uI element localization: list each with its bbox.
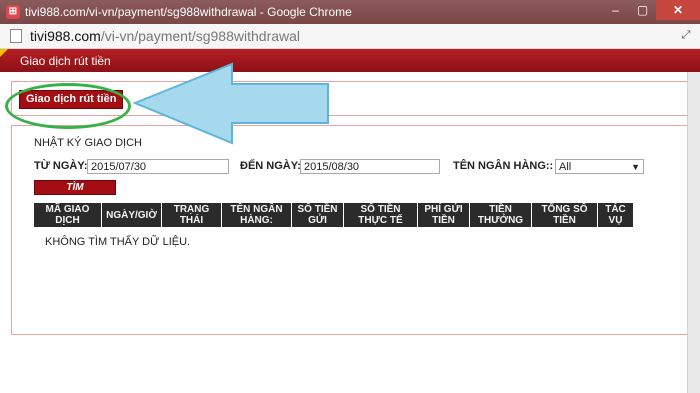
title-bar[interactable]: ⊞ tivi988.com/vi-vn/payment/sg988withdra… — [0, 0, 700, 24]
page-header: Giao dịch rút tiền — [0, 49, 700, 72]
chevron-down-icon: ▼ — [631, 162, 640, 172]
history-title: NHẬT KÝ GIAO DỊCH — [34, 137, 142, 149]
minimize-button[interactable]: – — [602, 0, 629, 20]
table-header-row: MÃ GIAO DỊCH NGÀY/GIỜ TRẠNG THÁI TÊN NGÂ… — [34, 203, 634, 227]
chrome-window: ⊞ tivi988.com/vi-vn/payment/sg988withdra… — [0, 0, 700, 393]
col-status: TRẠNG THÁI — [162, 203, 222, 227]
expand-icon[interactable]: ⤢ — [680, 29, 692, 41]
empty-message: KHÔNG TÌM THẤY DỮ LIỆU. — [45, 236, 191, 248]
from-date-label: TỪ NGÀY: — [34, 160, 88, 172]
col-total: TỔNG SỐ TIỀN — [532, 203, 598, 227]
to-date-label: ĐẾN NGÀY: — [240, 160, 301, 172]
col-deposit-fee: PHÍ GỬI TIỀN — [418, 203, 470, 227]
close-button[interactable]: ✕ — [656, 0, 700, 20]
url-text[interactable]: tivi988.com/vi-vn/payment/sg988withdrawa… — [30, 28, 300, 44]
search-button[interactable]: TÌM — [34, 180, 116, 195]
history-panel: NHẬT KÝ GIAO DỊCH TỪ NGÀY: 2015/07/30 ĐẾ… — [11, 125, 692, 335]
corner-accent — [0, 49, 8, 57]
col-datetime: NGÀY/GIỜ — [102, 203, 162, 227]
bank-label: TÊN NGÂN HÀNG:: — [453, 160, 554, 172]
col-bank-name: TÊN NGÂN HÀNG: — [222, 203, 292, 227]
bank-select-value: All — [559, 161, 572, 173]
maximize-button[interactable]: ▢ — [629, 0, 656, 20]
col-transaction-id: MÃ GIAO DỊCH — [34, 203, 102, 227]
col-actions: TÁC VỤ — [598, 203, 634, 227]
col-bonus: TIỀN THƯỞNG — [470, 203, 532, 227]
page-icon — [10, 29, 22, 43]
scrollbar[interactable] — [687, 72, 700, 393]
page-favicon-icon: ⊞ — [6, 5, 20, 19]
from-date-field[interactable]: 2015/07/30 — [87, 159, 229, 174]
col-actual-amount: SỐ TIỀN THỰC TẾ — [344, 203, 418, 227]
window-title: tivi988.com/vi-vn/payment/sg988withdrawa… — [25, 5, 352, 19]
url-path: /vi-vn/payment/sg988withdrawal — [100, 28, 301, 44]
bank-select[interactable]: All ▼ — [555, 159, 644, 174]
url-host: tivi988.com — [30, 28, 101, 44]
to-date-field[interactable]: 2015/08/30 — [300, 159, 440, 174]
highlight-ellipse — [5, 83, 131, 129]
page-title: Giao dịch rút tiền — [20, 53, 111, 68]
address-bar[interactable]: tivi988.com/vi-vn/payment/sg988withdrawa… — [0, 24, 700, 49]
window-controls: – ▢ ✕ — [602, 0, 700, 20]
col-deposit-amount: SỐ TIỀN GỬI — [292, 203, 344, 227]
